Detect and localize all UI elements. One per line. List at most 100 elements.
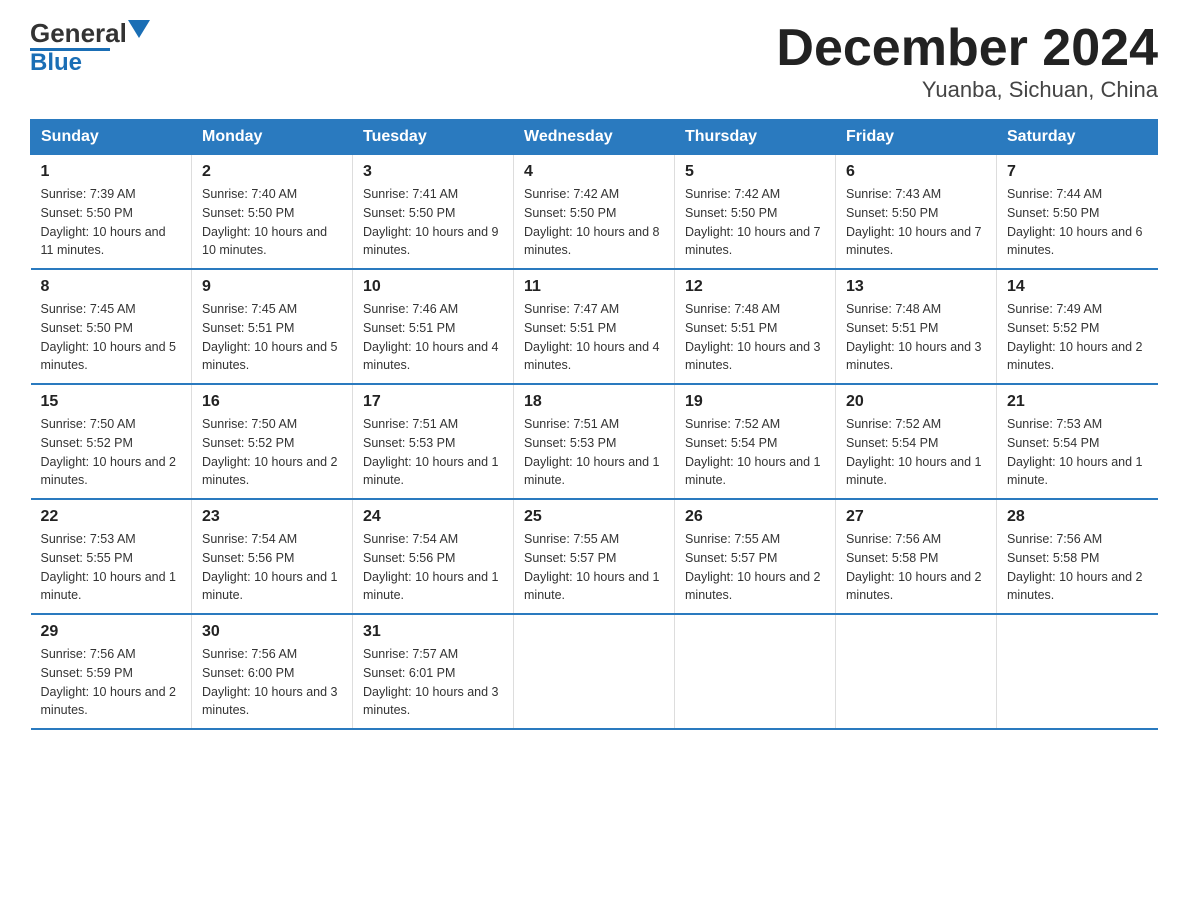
- table-row: 22 Sunrise: 7:53 AM Sunset: 5:55 PM Dayl…: [31, 499, 192, 614]
- calendar-week-row: 22 Sunrise: 7:53 AM Sunset: 5:55 PM Dayl…: [31, 499, 1158, 614]
- day-info: Sunrise: 7:40 AM Sunset: 5:50 PM Dayligh…: [202, 185, 342, 260]
- day-info: Sunrise: 7:56 AM Sunset: 6:00 PM Dayligh…: [202, 645, 342, 720]
- day-info: Sunrise: 7:48 AM Sunset: 5:51 PM Dayligh…: [846, 300, 986, 375]
- header-sunday: Sunday: [31, 120, 192, 155]
- day-number: 1: [41, 163, 182, 181]
- day-info: Sunrise: 7:54 AM Sunset: 5:56 PM Dayligh…: [363, 530, 503, 605]
- day-number: 22: [41, 508, 182, 526]
- day-info: Sunrise: 7:51 AM Sunset: 5:53 PM Dayligh…: [524, 415, 664, 490]
- table-row: 15 Sunrise: 7:50 AM Sunset: 5:52 PM Dayl…: [31, 384, 192, 499]
- day-number: 21: [1007, 393, 1148, 411]
- day-number: 24: [363, 508, 503, 526]
- day-number: 9: [202, 278, 342, 296]
- calendar-week-row: 29 Sunrise: 7:56 AM Sunset: 5:59 PM Dayl…: [31, 614, 1158, 729]
- table-row: 11 Sunrise: 7:47 AM Sunset: 5:51 PM Dayl…: [514, 269, 675, 384]
- day-number: 7: [1007, 163, 1148, 181]
- table-row: 3 Sunrise: 7:41 AM Sunset: 5:50 PM Dayli…: [353, 155, 514, 270]
- table-row: [675, 614, 836, 729]
- day-info: Sunrise: 7:45 AM Sunset: 5:50 PM Dayligh…: [41, 300, 182, 375]
- table-row: 29 Sunrise: 7:56 AM Sunset: 5:59 PM Dayl…: [31, 614, 192, 729]
- day-number: 6: [846, 163, 986, 181]
- day-info: Sunrise: 7:44 AM Sunset: 5:50 PM Dayligh…: [1007, 185, 1148, 260]
- table-row: 25 Sunrise: 7:55 AM Sunset: 5:57 PM Dayl…: [514, 499, 675, 614]
- table-row: 31 Sunrise: 7:57 AM Sunset: 6:01 PM Dayl…: [353, 614, 514, 729]
- page-subtitle: Yuanba, Sichuan, China: [776, 77, 1158, 103]
- day-info: Sunrise: 7:57 AM Sunset: 6:01 PM Dayligh…: [363, 645, 503, 720]
- header-wednesday: Wednesday: [514, 120, 675, 155]
- day-info: Sunrise: 7:47 AM Sunset: 5:51 PM Dayligh…: [524, 300, 664, 375]
- day-info: Sunrise: 7:55 AM Sunset: 5:57 PM Dayligh…: [524, 530, 664, 605]
- calendar-header-row: Sunday Monday Tuesday Wednesday Thursday…: [31, 120, 1158, 155]
- table-row: 20 Sunrise: 7:52 AM Sunset: 5:54 PM Dayl…: [836, 384, 997, 499]
- logo-text-general: General: [30, 20, 127, 46]
- table-row: 7 Sunrise: 7:44 AM Sunset: 5:50 PM Dayli…: [997, 155, 1158, 270]
- day-number: 13: [846, 278, 986, 296]
- day-info: Sunrise: 7:50 AM Sunset: 5:52 PM Dayligh…: [41, 415, 182, 490]
- table-row: [836, 614, 997, 729]
- day-info: Sunrise: 7:42 AM Sunset: 5:50 PM Dayligh…: [524, 185, 664, 260]
- table-row: 10 Sunrise: 7:46 AM Sunset: 5:51 PM Dayl…: [353, 269, 514, 384]
- table-row: 2 Sunrise: 7:40 AM Sunset: 5:50 PM Dayli…: [192, 155, 353, 270]
- table-row: 4 Sunrise: 7:42 AM Sunset: 5:50 PM Dayli…: [514, 155, 675, 270]
- day-number: 25: [524, 508, 664, 526]
- day-number: 26: [685, 508, 825, 526]
- table-row: 30 Sunrise: 7:56 AM Sunset: 6:00 PM Dayl…: [192, 614, 353, 729]
- day-number: 20: [846, 393, 986, 411]
- page-title: December 2024: [776, 20, 1158, 77]
- header-friday: Friday: [836, 120, 997, 155]
- table-row: 17 Sunrise: 7:51 AM Sunset: 5:53 PM Dayl…: [353, 384, 514, 499]
- table-row: 14 Sunrise: 7:49 AM Sunset: 5:52 PM Dayl…: [997, 269, 1158, 384]
- calendar-week-row: 15 Sunrise: 7:50 AM Sunset: 5:52 PM Dayl…: [31, 384, 1158, 499]
- calendar-week-row: 1 Sunrise: 7:39 AM Sunset: 5:50 PM Dayli…: [31, 155, 1158, 270]
- calendar-table: Sunday Monday Tuesday Wednesday Thursday…: [30, 119, 1158, 730]
- day-number: 3: [363, 163, 503, 181]
- day-info: Sunrise: 7:56 AM Sunset: 5:58 PM Dayligh…: [846, 530, 986, 605]
- table-row: 6 Sunrise: 7:43 AM Sunset: 5:50 PM Dayli…: [836, 155, 997, 270]
- day-info: Sunrise: 7:55 AM Sunset: 5:57 PM Dayligh…: [685, 530, 825, 605]
- day-number: 8: [41, 278, 182, 296]
- page-header: General Blue December 2024 Yuanba, Sichu…: [30, 20, 1158, 103]
- day-info: Sunrise: 7:52 AM Sunset: 5:54 PM Dayligh…: [685, 415, 825, 490]
- table-row: 23 Sunrise: 7:54 AM Sunset: 5:56 PM Dayl…: [192, 499, 353, 614]
- header-thursday: Thursday: [675, 120, 836, 155]
- table-row: 28 Sunrise: 7:56 AM Sunset: 5:58 PM Dayl…: [997, 499, 1158, 614]
- day-number: 10: [363, 278, 503, 296]
- header-tuesday: Tuesday: [353, 120, 514, 155]
- day-info: Sunrise: 7:50 AM Sunset: 5:52 PM Dayligh…: [202, 415, 342, 490]
- day-info: Sunrise: 7:48 AM Sunset: 5:51 PM Dayligh…: [685, 300, 825, 375]
- day-info: Sunrise: 7:42 AM Sunset: 5:50 PM Dayligh…: [685, 185, 825, 260]
- table-row: 19 Sunrise: 7:52 AM Sunset: 5:54 PM Dayl…: [675, 384, 836, 499]
- day-info: Sunrise: 7:53 AM Sunset: 5:54 PM Dayligh…: [1007, 415, 1148, 490]
- day-info: Sunrise: 7:53 AM Sunset: 5:55 PM Dayligh…: [41, 530, 182, 605]
- day-number: 17: [363, 393, 503, 411]
- logo-text-blue: Blue: [30, 51, 82, 75]
- table-row: 26 Sunrise: 7:55 AM Sunset: 5:57 PM Dayl…: [675, 499, 836, 614]
- table-row: 13 Sunrise: 7:48 AM Sunset: 5:51 PM Dayl…: [836, 269, 997, 384]
- table-row: 21 Sunrise: 7:53 AM Sunset: 5:54 PM Dayl…: [997, 384, 1158, 499]
- day-info: Sunrise: 7:52 AM Sunset: 5:54 PM Dayligh…: [846, 415, 986, 490]
- day-number: 12: [685, 278, 825, 296]
- table-row: 16 Sunrise: 7:50 AM Sunset: 5:52 PM Dayl…: [192, 384, 353, 499]
- day-info: Sunrise: 7:49 AM Sunset: 5:52 PM Dayligh…: [1007, 300, 1148, 375]
- day-number: 23: [202, 508, 342, 526]
- table-row: 24 Sunrise: 7:54 AM Sunset: 5:56 PM Dayl…: [353, 499, 514, 614]
- header-saturday: Saturday: [997, 120, 1158, 155]
- table-row: 12 Sunrise: 7:48 AM Sunset: 5:51 PM Dayl…: [675, 269, 836, 384]
- day-number: 15: [41, 393, 182, 411]
- table-row: [514, 614, 675, 729]
- logo: General Blue: [30, 20, 150, 75]
- logo-triangle-icon: [128, 20, 150, 42]
- day-number: 19: [685, 393, 825, 411]
- day-info: Sunrise: 7:43 AM Sunset: 5:50 PM Dayligh…: [846, 185, 986, 260]
- day-number: 30: [202, 623, 342, 641]
- day-info: Sunrise: 7:45 AM Sunset: 5:51 PM Dayligh…: [202, 300, 342, 375]
- day-number: 29: [41, 623, 182, 641]
- table-row: 1 Sunrise: 7:39 AM Sunset: 5:50 PM Dayli…: [31, 155, 192, 270]
- header-monday: Monday: [192, 120, 353, 155]
- table-row: 5 Sunrise: 7:42 AM Sunset: 5:50 PM Dayli…: [675, 155, 836, 270]
- day-number: 11: [524, 278, 664, 296]
- day-info: Sunrise: 7:46 AM Sunset: 5:51 PM Dayligh…: [363, 300, 503, 375]
- day-number: 2: [202, 163, 342, 181]
- day-info: Sunrise: 7:51 AM Sunset: 5:53 PM Dayligh…: [363, 415, 503, 490]
- title-block: December 2024 Yuanba, Sichuan, China: [776, 20, 1158, 103]
